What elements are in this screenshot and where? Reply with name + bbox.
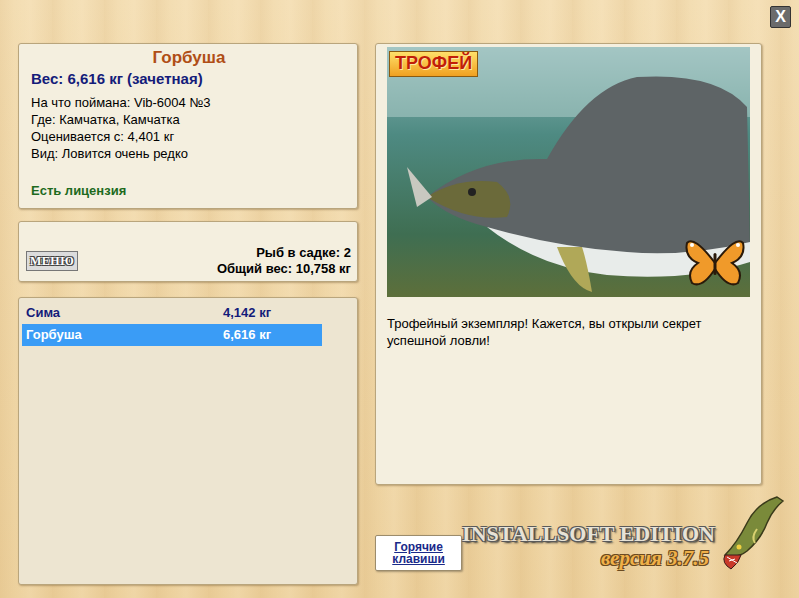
total-weight: Общий вес: 10,758 кг [217, 261, 351, 277]
title-bar: X [0, 0, 799, 43]
butterfly-icon [684, 235, 746, 291]
catch-name: Горбуша [26, 325, 223, 345]
fish-detail: Где: Камчатка, Камчатка [31, 111, 347, 128]
close-button[interactable]: X [770, 6, 791, 28]
fish-info-panel: ГорбушаВес: 6,616 кг (зачетная) На что по… [18, 43, 358, 209]
keepnet-summary: Рыб в садке: 2Общий вес: 10,758 кг [217, 245, 351, 277]
catch-row[interactable]: Горбуша6,616 кг [22, 324, 322, 346]
fish-detail: Оценивается с: 4,401 кг [31, 128, 347, 145]
catch-list: Сима4,142 кгГорбуша6,616 кг [18, 297, 358, 585]
trophy-message: Трофейный экземпляр! Кажется, вы открыли… [387, 297, 750, 349]
main-area: ГорбушаВес: 6,616 кг (зачетная)На что по… [0, 43, 799, 585]
catch-weight: 4,142 кг [223, 303, 271, 323]
logo-text: INSTALLSOFT EDITIONверсия 3.7.5 [462, 522, 715, 571]
fish-count: Рыб в садке: 2 [217, 245, 351, 261]
license-status: Есть лицензия [31, 181, 347, 201]
hotkeys-button[interactable]: Горячие клавиши [375, 535, 462, 571]
trophy-panel: ТРОФЕЙ Трофейный экземпляр! Кажется, вы о… [375, 43, 762, 485]
right-column: ТРОФЕЙ Трофейный экземпляр! Кажется, вы о… [375, 43, 762, 585]
fish-detail: На что поймана: Vib-6004 №3 [31, 94, 347, 111]
catch-weight: 6,616 кг [223, 325, 271, 345]
logo-title: INSTALLSOFT EDITION [462, 522, 715, 546]
catch-row[interactable]: Сима4,142 кг [22, 302, 322, 324]
menu-button[interactable]: МЕНЮ [26, 251, 78, 271]
left-column: ГорбушаВес: 6,616 кг (зачетная)На что по… [18, 43, 358, 585]
logo-version: версия 3.7.5 [462, 546, 715, 571]
fish-name: Горбуша [31, 47, 347, 69]
keepnet-panel: МЕНЮ Рыб в садке: 2Общий вес: 10,758 кг [18, 221, 358, 282]
pike-icon [717, 493, 785, 571]
trophy-badge: ТРОФЕЙ [389, 51, 478, 77]
fish-weight: Вес: 6,616 кг (зачетная) [31, 69, 347, 89]
fish-detail: Вид: Ловится очень редко [31, 145, 347, 162]
fish-photo: ТРОФЕЙ [387, 47, 750, 297]
edition-logo: INSTALLSOFT EDITIONверсия 3.7.5 [462, 493, 785, 571]
catch-window: XГорбушаВес: 6,616 кг (зачетная)На что п… [0, 0, 799, 598]
catch-name: Сима [26, 303, 223, 323]
bottom-bar: Горячие клавишиINSTALLSOFT EDITIONверсия… [375, 485, 762, 585]
